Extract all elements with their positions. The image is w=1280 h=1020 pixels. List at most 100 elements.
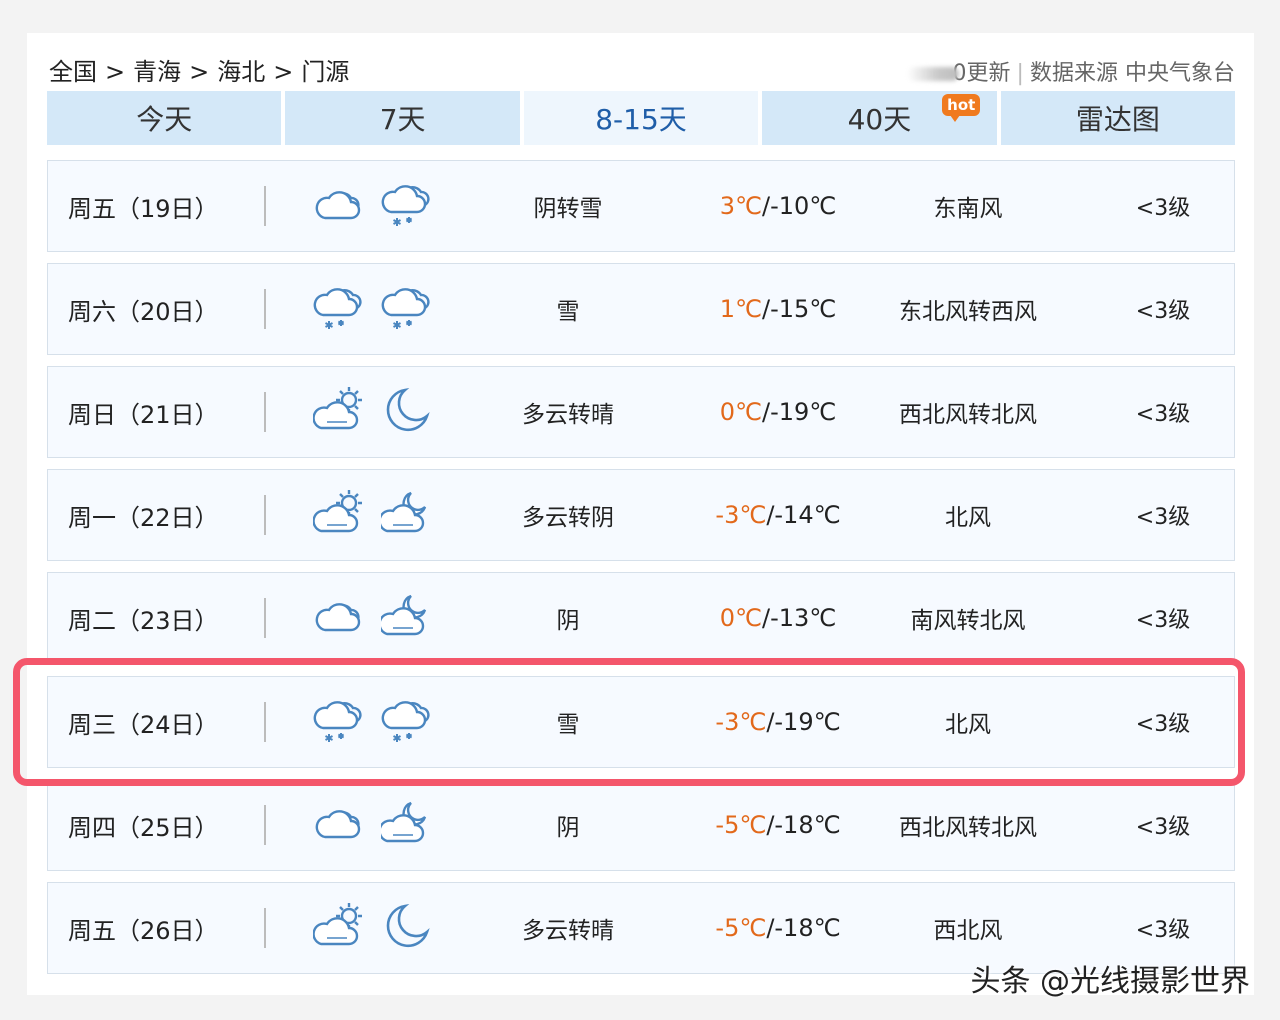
wind-level: <3级 — [1135, 299, 1191, 324]
temperature-range: -5℃/-18℃ — [678, 883, 878, 973]
high-temp: -5℃ — [715, 914, 767, 942]
weather-condition: 阴 — [556, 815, 580, 841]
temperature-range: 3℃/-10℃ — [678, 161, 878, 251]
forecast-day: 周五（19日） — [68, 194, 219, 223]
partly-cloudy-day-icon — [312, 487, 365, 543]
tab-40-days[interactable]: 40天 hot — [762, 91, 997, 145]
column-divider — [264, 392, 266, 432]
tab-label: 8-15天 — [595, 103, 687, 136]
forecast-row: 周日（21日） 多云转晴 0℃/-19℃ 西北风转北风 <3级 — [47, 366, 1235, 458]
moon-icon — [381, 900, 433, 956]
wind-direction: 西北风转北风 — [899, 402, 1037, 428]
high-temp: 1℃ — [719, 295, 762, 323]
forecast-day: 周日（21日） — [68, 400, 219, 429]
column-divider — [264, 186, 266, 226]
tab-radar[interactable]: 雷达图 — [1000, 91, 1236, 145]
weather-icons — [313, 264, 433, 354]
tab-label: 7天 — [379, 103, 426, 136]
forecast-day: 周五（26日） — [68, 916, 219, 945]
wind-direction: 西北风转北风 — [899, 815, 1037, 841]
column-divider — [264, 495, 266, 535]
snow-icon — [381, 178, 433, 234]
wind-direction: 北风 — [945, 712, 991, 738]
forecast-row: 周三（24日） 雪 -3℃/-19℃ 北风 <3级 — [47, 676, 1235, 768]
snow-icon — [313, 694, 365, 750]
wind-level: <3级 — [1135, 402, 1191, 427]
tab-7-days[interactable]: 7天 — [285, 91, 520, 145]
snow-icon — [313, 281, 365, 337]
tab-label: 今天 — [136, 103, 193, 136]
temperature-range: -3℃/-14℃ — [678, 470, 878, 560]
partly-cloudy-day-icon — [312, 900, 365, 956]
column-divider — [264, 805, 266, 845]
wind-direction: 南风转北风 — [910, 608, 1026, 634]
wind-direction: 东南风 — [933, 196, 1003, 222]
wind-level: <3级 — [1135, 196, 1191, 221]
breadcrumb-separator: > — [105, 58, 126, 86]
forecast-day: 周四（25日） — [68, 813, 219, 842]
source-name: 中央气象台 — [1124, 61, 1235, 86]
breadcrumb-item-region[interactable]: 海北 — [217, 52, 265, 87]
wind-direction: 东北风转西风 — [899, 299, 1037, 325]
tab-8-15-days[interactable]: 8-15天 — [523, 91, 759, 145]
partly-cloudy-night-icon — [378, 590, 433, 646]
forecast-tabs: 今天 7天 8-15天 40天 hot 雷达图 — [47, 91, 1236, 145]
forecast-row: 周四（25日） 阴 -5℃/-18℃ 西北风转北风 <3级 — [47, 779, 1235, 871]
weather-icons — [313, 677, 433, 767]
watermark: 头条 @光线摄影世界 — [970, 964, 1250, 999]
weather-icons — [313, 780, 433, 870]
wind-direction: 北风 — [945, 505, 991, 531]
partly-cloudy-day-icon — [312, 384, 365, 440]
high-temp: 3℃ — [719, 192, 762, 220]
weather-panel: 全国 > 青海 > 海北 > 门源 0更新 | 数据来源 中央气象台 今天 7天 8-15天 4… — [27, 33, 1254, 995]
forecast-row: 周五（19日） 阴转雪 3℃/-10℃ 东南风 <3级 — [47, 160, 1235, 252]
column-divider — [264, 598, 266, 638]
weather-condition: 雪 — [556, 299, 580, 325]
high-temp: 0℃ — [719, 604, 762, 632]
wind-level: <3级 — [1135, 712, 1191, 737]
weather-condition: 阴 — [556, 608, 580, 634]
moon-icon — [381, 384, 433, 440]
wind-level: <3级 — [1135, 815, 1191, 840]
temperature-range: 1℃/-15℃ — [678, 264, 878, 354]
weather-icons — [312, 367, 433, 457]
weather-condition: 多云转阴 — [522, 505, 614, 531]
breadcrumb-item-city: 门源 — [301, 58, 350, 86]
hot-badge: hot — [942, 94, 981, 122]
forecast-day: 周六（20日） — [68, 297, 219, 326]
breadcrumb-separator: > — [189, 58, 210, 86]
tab-label: 40天 — [847, 103, 912, 136]
high-temp: -3℃ — [715, 708, 767, 736]
temperature-range: 0℃/-13℃ — [678, 573, 878, 663]
low-temp: /-19℃ — [766, 708, 841, 736]
low-temp: /-10℃ — [761, 192, 837, 220]
weather-condition: 多云转晴 — [522, 918, 614, 944]
low-temp: /-18℃ — [766, 914, 841, 942]
cloudy-icon — [313, 178, 365, 234]
forecast-day: 周二（23日） — [68, 606, 219, 635]
tab-today[interactable]: 今天 — [47, 91, 282, 145]
forecast-row: 周六（20日） 雪 1℃/-15℃ 东北风转西风 <3级 — [47, 263, 1235, 355]
cloudy-icon — [313, 590, 365, 646]
column-divider — [264, 908, 266, 948]
column-divider — [264, 289, 266, 329]
breadcrumb-item-country[interactable]: 全国 — [49, 52, 97, 87]
high-temp: -3℃ — [715, 501, 767, 529]
snow-icon — [381, 281, 433, 337]
top-bar: 全国 > 青海 > 海北 > 门源 0更新 | 数据来源 中央气象台 — [49, 49, 1235, 89]
breadcrumb-item-province[interactable]: 青海 — [133, 52, 181, 87]
low-temp: /-18℃ — [766, 811, 841, 839]
partly-cloudy-night-icon — [378, 797, 433, 853]
forecast-day: 周一（22日） — [68, 503, 219, 532]
temperature-range: -3℃/-19℃ — [678, 677, 878, 767]
source-label: 数据来源 — [1029, 61, 1118, 86]
weather-icons — [313, 573, 433, 663]
low-temp: /-14℃ — [766, 501, 841, 529]
high-temp: -5℃ — [715, 811, 767, 839]
wind-level: <3级 — [1135, 505, 1191, 530]
high-temp: 0℃ — [719, 398, 762, 426]
weather-condition: 雪 — [556, 712, 580, 738]
meta-divider: | — [1016, 61, 1024, 86]
forecast-day: 周三（24日） — [68, 710, 219, 739]
blurred-timestamp — [906, 67, 959, 81]
